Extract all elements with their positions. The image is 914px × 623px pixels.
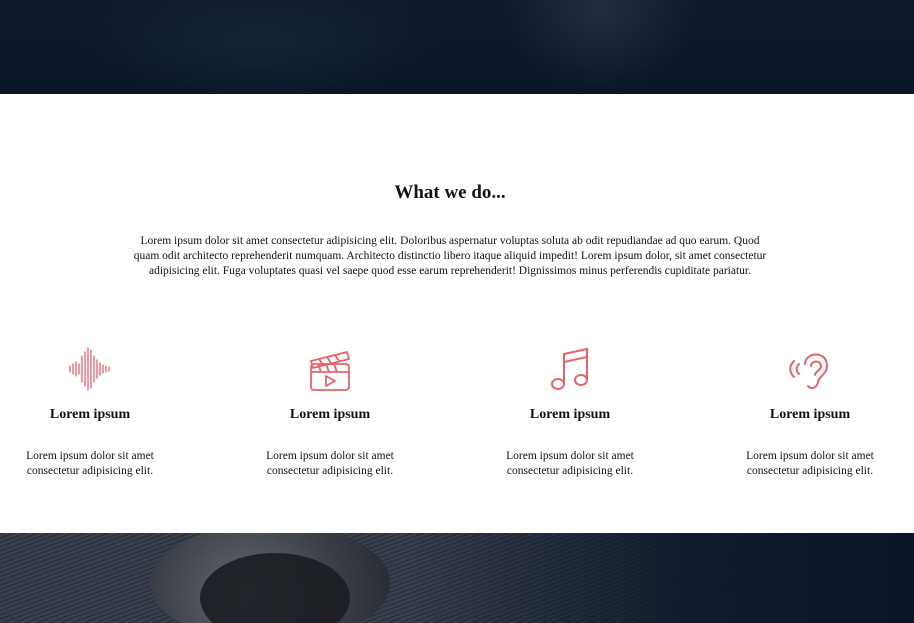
hero-background-band xyxy=(0,0,914,94)
section-description: Lorem ipsum dolor sit amet consectetur a… xyxy=(133,235,767,277)
clapperboard-icon xyxy=(310,351,350,391)
what-we-do-section: What we do... Lorem ipsum dolor sit amet… xyxy=(0,94,914,533)
feature-card-4: Lorem ipsum Lorem ipsum dolor sit amet c… xyxy=(720,344,900,479)
feature-title: Lorem ipsum xyxy=(289,407,371,422)
feature-description: Lorem ipsum dolor sit amet consectetur a… xyxy=(266,450,394,477)
ear-sound-icon xyxy=(789,353,829,390)
feature-description: Lorem ipsum dolor sit amet consectetur a… xyxy=(26,450,154,477)
feature-title: Lorem ipsum xyxy=(49,407,131,422)
music-note-icon xyxy=(551,347,588,390)
feature-description: Lorem ipsum dolor sit amet consectetur a… xyxy=(746,450,874,477)
feature-list: Lorem ipsum Lorem ipsum dolor sit amet c… xyxy=(0,344,914,494)
footer-background-image xyxy=(0,533,914,623)
sound-wave-icon xyxy=(69,347,110,391)
feature-description: Lorem ipsum dolor sit amet consectetur a… xyxy=(506,450,634,477)
feature-title: Lorem ipsum xyxy=(769,407,851,422)
feature-card-1: Lorem ipsum Lorem ipsum dolor sit amet c… xyxy=(0,344,180,479)
feature-title: Lorem ipsum xyxy=(529,407,611,422)
section-title: What we do... xyxy=(394,182,506,203)
feature-card-3: Lorem ipsum Lorem ipsum dolor sit amet c… xyxy=(480,344,660,479)
feature-card-2: Lorem ipsum Lorem ipsum dolor sit amet c… xyxy=(240,344,420,479)
